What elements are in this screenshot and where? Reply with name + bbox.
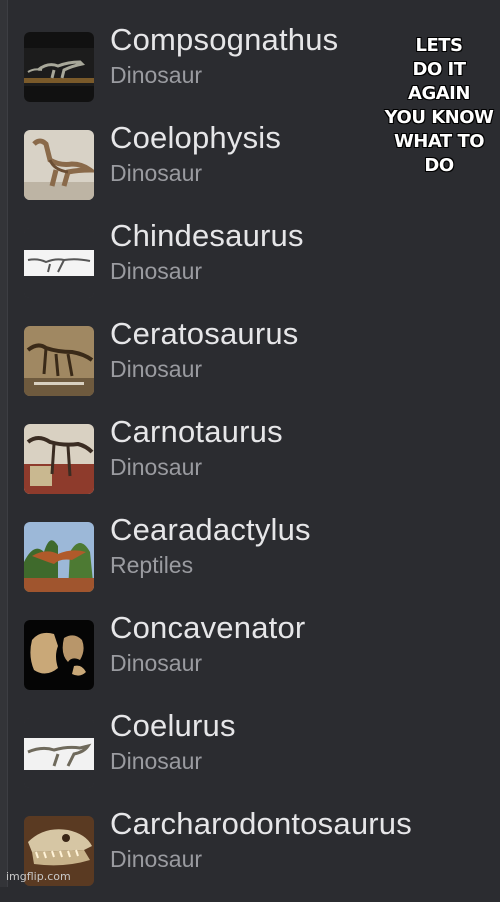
- chindesaurus-image: [24, 228, 94, 298]
- result-title: Coelurus: [110, 708, 236, 743]
- caption-line: YOU KNOW: [384, 107, 494, 128]
- caption-line: LETS: [415, 35, 463, 56]
- result-category: Reptiles: [110, 552, 194, 578]
- list-item[interactable]: Carnotaurus Dinosaur: [24, 412, 494, 510]
- result-category: Dinosaur: [110, 846, 203, 872]
- list-item[interactable]: Ceratosaurus Dinosaur: [24, 314, 494, 412]
- result-title: Coelophysis: [110, 120, 282, 155]
- caption-line: DO IT: [412, 59, 467, 80]
- result-title: Concavenator: [110, 610, 306, 645]
- result-category: Dinosaur: [110, 258, 203, 284]
- result-category: Dinosaur: [110, 160, 203, 186]
- concavenator-fossil-image: [24, 620, 94, 690]
- watermark: imgflip.com: [6, 870, 71, 883]
- result-category: Dinosaur: [110, 748, 203, 774]
- result-category: Dinosaur: [110, 454, 203, 480]
- coelophysis-image: [24, 130, 94, 200]
- result-title: Ceratosaurus: [110, 316, 299, 351]
- result-title: Chindesaurus: [110, 218, 304, 253]
- coelurus-image: [24, 718, 94, 788]
- meme-caption: LETS DO IT AGAIN YOU KNOW WHAT TO DO: [378, 34, 500, 178]
- result-title: Carnotaurus: [110, 414, 283, 449]
- result-category: Dinosaur: [110, 356, 203, 382]
- list-item[interactable]: Concavenator Dinosaur: [24, 608, 494, 706]
- result-title: Compsognathus: [110, 22, 339, 57]
- divider: [7, 0, 8, 887]
- carnotaurus-skeleton-image: [24, 424, 94, 494]
- result-category: Dinosaur: [110, 62, 203, 88]
- list-item[interactable]: Chindesaurus Dinosaur: [24, 216, 494, 314]
- list-item[interactable]: Carcharodontosaurus Dinosaur: [24, 804, 494, 902]
- list-item[interactable]: Cearadactylus Reptiles: [24, 510, 494, 608]
- result-title: Carcharodontosaurus: [110, 806, 412, 841]
- ceratosaurus-skeleton-image: [24, 326, 94, 396]
- caption-line: AGAIN: [408, 83, 470, 104]
- result-category: Dinosaur: [110, 650, 203, 676]
- result-title: Cearadactylus: [110, 512, 311, 547]
- compsognathus-image: [24, 32, 94, 102]
- list-item[interactable]: Coelurus Dinosaur: [24, 706, 494, 804]
- cearadactylus-image: [24, 522, 94, 592]
- caption-line: WHAT TO DO: [393, 131, 485, 176]
